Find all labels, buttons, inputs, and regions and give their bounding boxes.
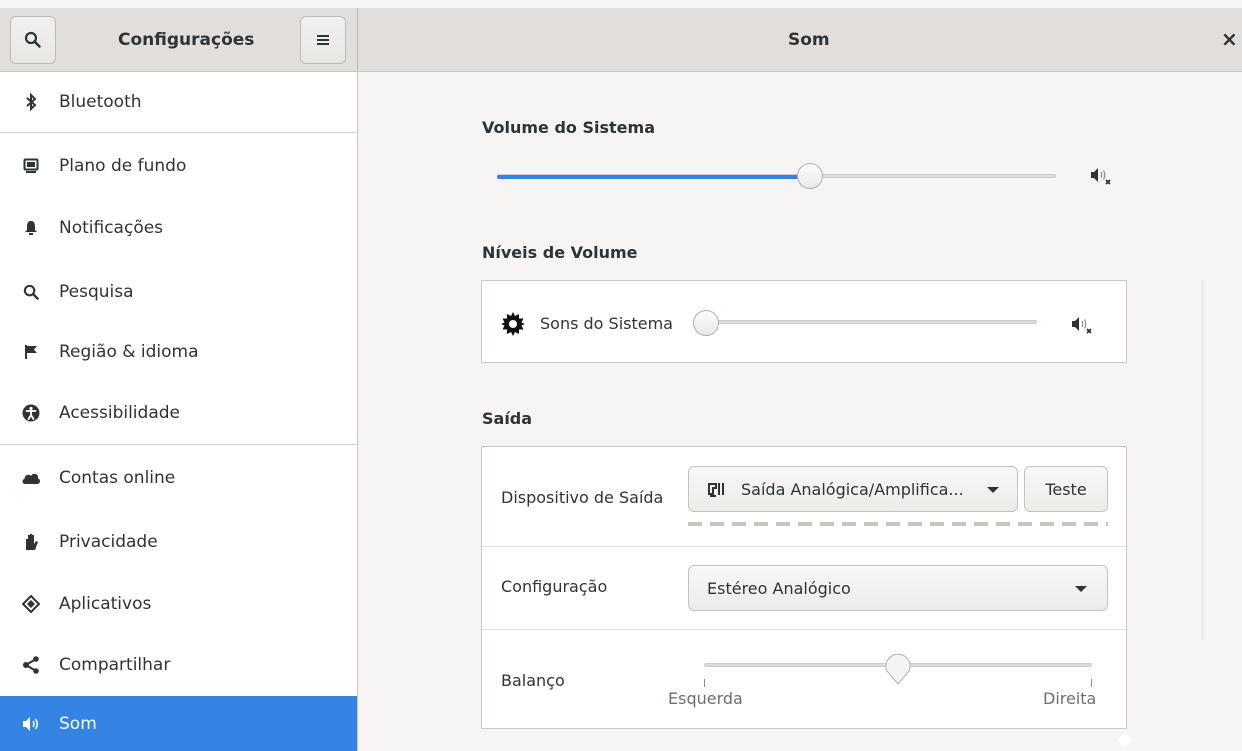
sidebar-item-search[interactable]: Pesquisa (0, 262, 357, 322)
bell-icon (20, 217, 42, 239)
row-separator (482, 629, 1126, 630)
hamburger-menu-icon (317, 35, 329, 45)
hand-icon (20, 531, 42, 553)
configuration-combo[interactable]: Estéreo Analógico (688, 565, 1108, 611)
sidebar-item-label: Contas online (59, 468, 176, 488)
scroll-indicator (1119, 734, 1131, 746)
balance-right-label: Direita (1043, 689, 1097, 708)
system-sounds-label: Sons do Sistema (540, 314, 673, 333)
gear-icon (501, 312, 525, 336)
sidebar-item-notifications[interactable]: Notificações (0, 198, 357, 258)
sidebar-item-label: Som (59, 713, 97, 734)
sidebar-item-label: Aplicativos (59, 594, 152, 614)
sidebar-item-label: Pesquisa (59, 282, 134, 302)
cloud-icon (20, 467, 42, 489)
sidebar-item-label: Notificações (59, 218, 164, 238)
sidebar-header: Configurações (0, 8, 358, 72)
sidebar-item-bluetooth[interactable]: Bluetooth (0, 72, 357, 132)
sidebar-item-sound[interactable]: Som (0, 696, 357, 751)
balance-left-label: Esquerda (668, 689, 743, 708)
panel-title: Som (788, 30, 830, 50)
audio-card-icon (708, 483, 724, 497)
output-frame: Dispositivo de Saída Saída Analógica/Amp… (481, 446, 1127, 729)
volume-levels-frame: Sons do Sistema (481, 280, 1127, 363)
slider-trough (702, 320, 1037, 324)
chevron-down-icon (1075, 586, 1087, 592)
volume-levels-title: Níveis de Volume (482, 243, 638, 262)
sidebar-item-label: Privacidade (59, 532, 158, 552)
bluetooth-icon (20, 91, 42, 113)
search-button[interactable] (10, 16, 56, 64)
test-button[interactable]: Teste (1024, 466, 1108, 512)
row-separator (482, 546, 1126, 547)
device-level-meter (688, 522, 1108, 526)
sidebar-item-background[interactable]: Plano de fundo (0, 136, 357, 196)
sidebar-item-privacy[interactable]: Privacidade (0, 512, 357, 572)
flag-icon (20, 341, 42, 363)
close-icon: × (1221, 27, 1238, 51)
sidebar-separator (0, 444, 357, 445)
balance-right-tick (1091, 679, 1092, 687)
volume-muted-icon[interactable] (1070, 315, 1096, 335)
search-icon (24, 31, 41, 48)
output-device-combo[interactable]: Saída Analógica/Amplifica... (688, 466, 1018, 512)
system-volume-title: Volume do Sistema (482, 118, 655, 137)
output-device-value: Saída Analógica/Amplifica... (741, 479, 964, 499)
menu-button[interactable] (300, 16, 346, 64)
sidebar-item-sharing[interactable]: Compartilhar (0, 635, 357, 695)
output-device-label: Dispositivo de Saída (501, 488, 664, 507)
balance-label: Balanço (501, 671, 565, 690)
search-icon (20, 281, 42, 303)
sidebar-item-accessibility[interactable]: Acessibilidade (0, 383, 357, 443)
slider-fill (497, 175, 811, 179)
sidebar-item-region[interactable]: Região & idioma (0, 322, 357, 382)
background-icon (20, 155, 42, 177)
settings-window: Configurações Som × Bluetooth Plano de f… (0, 0, 1242, 751)
sidebar-separator (0, 132, 357, 133)
panel-header: Som × (358, 8, 1242, 72)
apps-icon (20, 593, 42, 615)
sidebar-item-label: Região & idioma (59, 342, 199, 362)
configuration-value: Estéreo Analógico (707, 578, 851, 598)
balance-left-tick (704, 679, 705, 687)
app-title: Configurações (118, 30, 255, 50)
slider-handle[interactable] (884, 654, 912, 686)
configuration-label: Configuração (501, 577, 608, 596)
close-button[interactable]: × (1221, 27, 1238, 51)
sidebar-item-label: Plano de fundo (59, 156, 187, 176)
sidebar-item-online-accounts[interactable]: Contas online (0, 448, 357, 508)
speaker-icon (20, 713, 42, 735)
slider-handle[interactable] (693, 310, 719, 336)
sidebar: Bluetooth Plano de fundo Notificações Pe… (0, 72, 358, 751)
sidebar-item-label: Bluetooth (59, 92, 142, 112)
volume-muted-icon[interactable] (1089, 166, 1115, 186)
chevron-down-icon (987, 487, 999, 493)
scrollbar[interactable] (1201, 280, 1204, 640)
accessibility-icon (20, 402, 42, 424)
sidebar-item-label: Compartilhar (59, 655, 171, 675)
output-title: Saída (482, 409, 533, 428)
slider-handle[interactable] (797, 163, 823, 189)
share-icon (20, 654, 42, 676)
sidebar-item-applications[interactable]: Aplicativos (0, 574, 357, 634)
sidebar-item-label: Acessibilidade (59, 403, 180, 423)
